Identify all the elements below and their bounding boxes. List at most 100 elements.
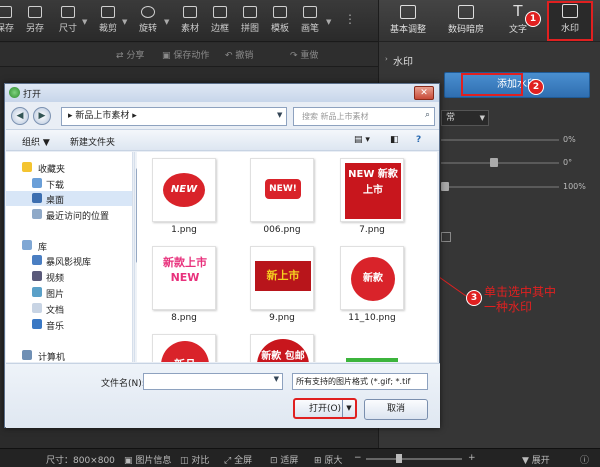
open-button[interactable]: 打开(O) ▼: [293, 398, 357, 419]
file-tile[interactable]: 新品: [149, 334, 219, 362]
rotation-slider-knob[interactable]: [490, 158, 498, 167]
video-library-icon: [32, 255, 42, 265]
opacity-slider[interactable]: [441, 139, 559, 141]
view-options-icon[interactable]: ▤ ▾: [354, 135, 370, 145]
watermark-checkbox[interactable]: [441, 232, 451, 242]
cancel-button[interactable]: 取消: [364, 399, 428, 420]
crop-dropdown-icon[interactable]: ▼: [122, 18, 127, 26]
toolbar-collage-button[interactable]: 拼图: [238, 4, 262, 38]
tab-watermark[interactable]: 水印: [547, 1, 593, 41]
toolbar-more-icon[interactable]: ⋮: [344, 12, 356, 26]
blend-mode-select[interactable]: 常 ▼: [441, 110, 489, 126]
close-icon[interactable]: ✕: [414, 86, 434, 100]
toolbar-crop-button[interactable]: 裁剪: [96, 4, 120, 38]
save-as-icon: [28, 6, 42, 18]
nav-video[interactable]: 视频: [6, 269, 132, 284]
file-tile[interactable]: 新上市 9.png: [247, 246, 317, 323]
expand-button[interactable]: ▼ 展开: [522, 453, 550, 466]
darkroom-icon: [458, 5, 474, 19]
nav-computer[interactable]: 计算机: [6, 348, 132, 362]
file-thumbnail: 新上市: [250, 246, 314, 310]
nav-library[interactable]: 库: [6, 238, 132, 253]
undo-button[interactable]: ↶ 撤销: [225, 48, 253, 61]
computer-icon: [22, 350, 32, 360]
preview-pane-icon[interactable]: ◧: [390, 135, 399, 145]
image-size-label: 尺寸：800×800: [46, 456, 115, 466]
nav-desktop[interactable]: 桌面: [6, 191, 132, 206]
nav-recent[interactable]: 最近访问的位置: [6, 207, 132, 222]
toolbar-resize-button[interactable]: 尺寸: [56, 4, 80, 38]
dialog-footer: 文件名(N): ▼ 所有支持的图片格式 (*.gif; *.tif 打开(O) …: [6, 363, 440, 428]
file-thumbnail: 新款 包邮: [250, 334, 314, 362]
compare-button[interactable]: ◫ 对比: [180, 453, 209, 466]
rotate-icon: [141, 6, 155, 18]
file-tile[interactable]: NEW! 006.png: [247, 158, 317, 235]
address-bar[interactable]: ▸ 新品上市素材 ▸: [61, 107, 287, 126]
redo-button[interactable]: ↷ 重做: [290, 48, 318, 61]
file-thumbnail: 新款上市 NEW: [152, 246, 216, 310]
file-tile[interactable]: 新款 包邮: [247, 334, 317, 362]
toolbar-brush-button[interactable]: 画笔: [298, 4, 322, 38]
toolbar-save-button[interactable]: 保存: [0, 4, 16, 38]
desktop-icon: [32, 193, 42, 203]
back-icon[interactable]: ◀: [11, 107, 29, 125]
file-tile[interactable]: 新款 11_10.png: [337, 246, 407, 323]
zoom-slider-knob[interactable]: [396, 454, 402, 463]
filename-input[interactable]: ▼: [143, 373, 283, 390]
zoom-out-icon[interactable]: −: [354, 453, 362, 463]
file-thumbnail: NEW!: [250, 158, 314, 222]
crop-icon: [101, 6, 115, 18]
image-info-button[interactable]: ▣ 图片信息: [124, 453, 171, 466]
file-list: NEW 1.png NEW! 006.png NEW 新款 上市 7.png 新…: [137, 152, 437, 362]
rotation-slider[interactable]: [441, 162, 559, 164]
save-action-button[interactable]: ▣ 保存动作: [162, 48, 209, 61]
address-dropdown-icon[interactable]: ▼: [277, 111, 282, 119]
brush-dropdown-icon[interactable]: ▼: [326, 18, 331, 26]
collapse-arrow-icon[interactable]: ›: [385, 55, 388, 63]
nav-favorites[interactable]: 收藏夹: [6, 160, 132, 175]
nav-downloads[interactable]: 下载: [6, 176, 132, 191]
scale-slider-knob[interactable]: [441, 182, 449, 191]
text-icon: T: [513, 2, 523, 20]
filename-label: 文件名(N):: [101, 379, 145, 389]
original-size-button[interactable]: ⊞ 原大: [314, 453, 342, 466]
nav-music[interactable]: 音乐: [6, 317, 132, 332]
forward-icon[interactable]: ▶: [33, 107, 51, 125]
file-tile[interactable]: NEW 1.png: [149, 158, 219, 235]
zoom-in-icon[interactable]: +: [468, 453, 476, 463]
nav-documents[interactable]: 文档: [6, 301, 132, 316]
rotate-dropdown-icon[interactable]: ▼: [164, 18, 169, 26]
open-dropdown-icon[interactable]: ▼: [342, 400, 355, 417]
scale-slider[interactable]: [441, 186, 559, 188]
adjust-icon: [400, 5, 416, 19]
file-thumbnail: [340, 334, 404, 362]
filetype-select[interactable]: 所有支持的图片格式 (*.gif; *.tif: [292, 373, 428, 390]
toolbar-rotate-button[interactable]: 旋转: [136, 4, 160, 38]
help-icon[interactable]: ?: [416, 135, 421, 145]
tab-basic-adjust[interactable]: 基本调整: [383, 4, 433, 35]
toolbar-border-button[interactable]: 边框: [208, 4, 232, 38]
nav-pictures[interactable]: 图片: [6, 285, 132, 300]
toolbar-template-button[interactable]: 模板: [268, 4, 292, 38]
file-tile[interactable]: [337, 334, 407, 362]
search-input[interactable]: 搜索 新品上市素材: [293, 107, 435, 126]
info-icon[interactable]: ⓘ: [580, 453, 589, 466]
fullscreen-button[interactable]: ⤢ 全屏: [224, 453, 252, 466]
toolbar-save-as-button[interactable]: 另存: [22, 4, 48, 38]
file-tile[interactable]: 新款上市 NEW 8.png: [149, 246, 219, 323]
tab-darkroom[interactable]: 数码暗房: [441, 4, 491, 35]
rotation-value: 0°: [563, 158, 573, 167]
brush-icon: [303, 6, 317, 18]
nav-storm-video[interactable]: 暴风影视库: [6, 253, 132, 268]
dialog-titlebar: 打开 ✕: [5, 84, 439, 102]
zoom-slider[interactable]: [366, 458, 462, 460]
toolbar-material-button[interactable]: 素材: [178, 4, 202, 38]
new-folder-button[interactable]: 新建文件夹: [70, 135, 115, 148]
resize-dropdown-icon[interactable]: ▼: [82, 18, 87, 26]
organize-menu[interactable]: 组织 ▼: [22, 135, 50, 148]
chevron-down-icon[interactable]: ▼: [274, 375, 279, 383]
fit-screen-button[interactable]: ⊡ 适屏: [270, 453, 298, 466]
file-tile[interactable]: NEW 新款 上市 7.png: [337, 158, 407, 235]
share-button[interactable]: ⇄ 分享: [116, 48, 144, 61]
search-icon[interactable]: ⌕: [425, 110, 430, 120]
